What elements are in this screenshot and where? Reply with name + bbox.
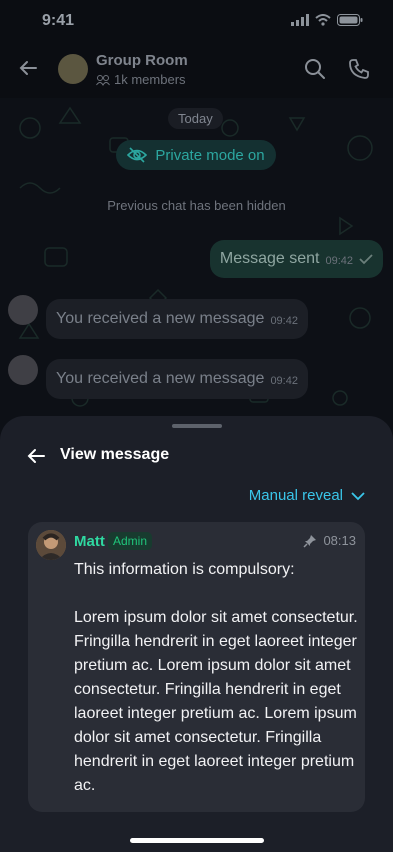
- message-time: 08:13: [323, 533, 356, 548]
- search-icon: [304, 58, 326, 80]
- private-mode-label: Private mode on: [155, 146, 265, 164]
- group-subtitle: 1k members: [96, 72, 186, 87]
- manual-reveal-dropdown[interactable]: Manual reveal: [249, 487, 365, 504]
- status-badge: Admin: [108, 532, 153, 550]
- status-icons: [291, 14, 363, 26]
- chevron-down-icon: [351, 491, 365, 501]
- avatar[interactable]: [36, 530, 66, 560]
- date-separator: Today: [168, 108, 223, 129]
- sender-name[interactable]: Matt: [74, 533, 105, 550]
- sheet-back-button[interactable]: [26, 446, 46, 466]
- battery-icon: [337, 14, 363, 26]
- arrow-left-icon: [18, 58, 38, 78]
- arrow-left-icon: [26, 446, 46, 466]
- message-meta: 08:13: [303, 533, 356, 548]
- message-time: 09:42: [270, 315, 298, 327]
- message-text: You received a new message: [56, 370, 265, 387]
- hidden-chat-note: Previous chat has been hidden: [107, 198, 286, 213]
- signal-icon: [291, 14, 309, 26]
- private-mode-pill[interactable]: Private mode on: [116, 140, 276, 170]
- sender-avatar[interactable]: [8, 355, 38, 385]
- home-indicator: [130, 838, 264, 843]
- message-text: Message sent: [219, 250, 320, 267]
- members-count: 1k members: [114, 72, 186, 87]
- message-time: 09:42: [325, 255, 353, 267]
- message-text: You received a new message: [56, 310, 265, 327]
- wifi-icon: [315, 14, 331, 26]
- message-body: This information is compulsory: Lorem ip…: [74, 561, 358, 794]
- sender-avatar[interactable]: [8, 295, 38, 325]
- eye-off-icon: [127, 147, 148, 163]
- sheet-title: View message: [60, 446, 170, 463]
- sheet-grabber[interactable]: [172, 424, 222, 428]
- pin-icon: [303, 534, 317, 548]
- manual-reveal-label: Manual reveal: [248, 487, 343, 504]
- back-button[interactable]: [18, 58, 38, 78]
- status-time: 9:41: [42, 12, 75, 29]
- incoming-message[interactable]: You received a new message 09:42: [46, 359, 308, 399]
- group-title[interactable]: Group Room: [96, 52, 188, 69]
- search-button[interactable]: [304, 58, 326, 80]
- group-avatar[interactable]: [58, 54, 88, 84]
- members-icon: [96, 74, 110, 86]
- phone-icon: [348, 58, 370, 80]
- incoming-message[interactable]: You received a new message 09:42: [46, 299, 308, 339]
- message-time: 09:42: [270, 375, 298, 387]
- call-button[interactable]: [348, 58, 370, 80]
- check-icon: [359, 253, 373, 265]
- outgoing-message[interactable]: Message sent 09:42: [209, 240, 383, 278]
